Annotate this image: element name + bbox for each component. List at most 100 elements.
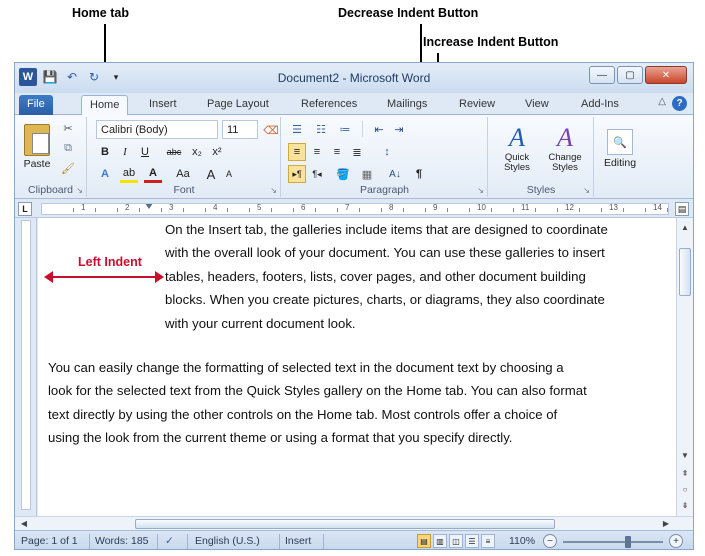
help-icon[interactable]: ? [672,96,687,111]
strikethrough-button[interactable]: abc [162,143,186,161]
tab-insert[interactable]: Insert [141,95,185,115]
indented-paragraph[interactable]: On the Insert tab, the galleries include… [165,218,678,335]
ribbon: Paste ✂ ⧉ 🖌 Clipboard ↘ Calibri (Body) 1… [15,115,693,199]
shrink-font-button[interactable]: A [220,165,238,183]
tab-view[interactable]: View [517,95,557,115]
font-color-icon[interactable]: A [144,165,162,183]
sort-button[interactable]: A↓ [386,165,404,183]
draft-icon[interactable]: ≡ [481,534,495,548]
horizontal-scrollbar[interactable]: ◀ ▶ [15,516,693,530]
vertical-scroll-thumb[interactable] [679,248,691,296]
horizontal-ruler[interactable]: 1 2 3 4 5 6 7 8 9 10 11 12 13 14 [41,203,669,215]
change-case-button[interactable]: Aa [172,165,194,183]
borders-icon[interactable]: ▦ [358,165,376,183]
scroll-left-icon[interactable]: ◀ [17,517,31,530]
tab-page-layout[interactable]: Page Layout [199,95,277,115]
status-bar: Page: 1 of 1 Words: 185 ✓ English (U.S.)… [15,530,693,549]
scroll-right-icon[interactable]: ▶ [659,517,673,530]
tab-home[interactable]: Home [81,95,129,115]
text-effects-icon[interactable]: A [96,165,114,183]
tab-review[interactable]: Review [451,95,503,115]
increase-indent-button[interactable]: ⇥ [390,120,408,138]
proofing-icon[interactable]: ✓ [165,535,174,547]
cut-icon[interactable]: ✂ [59,119,77,137]
language-indicator[interactable]: English (U.S.) [195,535,260,547]
ltr-direction-icon[interactable]: ▸¶ [288,165,306,183]
ruler-tick [95,208,96,212]
change-styles-button[interactable]: A Change Styles [541,119,589,177]
minimize-ribbon-icon[interactable]: △ [658,96,666,111]
font-name-dropdown[interactable]: Calibri (Body) [96,120,218,139]
ruler-number: 14 [653,203,662,212]
zoom-level[interactable]: 110% [509,535,535,547]
minimize-button[interactable]: — [589,66,615,84]
next-page-icon[interactable]: ⇟ [678,498,692,512]
justify-button[interactable]: ≣ [348,143,366,161]
horizontal-scroll-thumb[interactable] [135,519,555,529]
word-count[interactable]: Words: 185 [95,535,149,547]
paragraph-dialog-launcher[interactable]: ↘ [477,186,484,195]
font-dialog-launcher[interactable]: ↘ [270,186,277,195]
paste-button[interactable]: Paste [19,119,55,175]
rtl-direction-icon[interactable]: ¶◂ [308,165,326,183]
maximize-button[interactable]: ▢ [617,66,643,84]
clear-formatting-icon[interactable]: ⌫ [262,121,280,139]
ruler-tick [205,208,206,212]
grow-font-button[interactable]: A [202,165,220,183]
tab-add-ins[interactable]: Add-Ins [573,95,627,115]
paragraph-group-label: Paragraph [359,184,410,196]
decrease-indent-button[interactable]: ⇤ [370,120,388,138]
close-button[interactable]: ✕ [645,66,687,84]
highlight-icon[interactable]: ab [120,165,138,183]
page-count[interactable]: Page: 1 of 1 [21,535,78,547]
quick-styles-button[interactable]: A Quick Styles [493,119,541,177]
font-size-dropdown[interactable]: 11 [222,120,258,139]
styles-dialog-launcher[interactable]: ↘ [583,186,590,195]
vertical-scrollbar[interactable]: ▲ ▼ ⇞ ○ ⇟ [676,218,693,516]
italic-button[interactable]: I [116,143,134,161]
show-hide-button[interactable]: ¶ [410,165,428,183]
shading-icon[interactable]: 🪣 [334,165,352,183]
print-layout-icon[interactable]: ▤ [417,534,431,548]
numbering-icon[interactable]: ☷ [312,120,330,138]
web-layout-icon[interactable]: ◫ [449,534,463,548]
bold-button[interactable]: B [96,143,114,161]
zoom-slider-track[interactable] [563,541,663,543]
decrease-indent-annotation: Decrease Indent Button [338,6,479,20]
subscript-button[interactable]: x₂ [188,143,206,161]
ruler-number: 5 [257,203,262,212]
zoom-slider-thumb[interactable] [625,536,631,548]
ruler-number: 3 [169,203,174,212]
multilevel-list-icon[interactable]: ≔ [336,120,354,138]
editing-button[interactable]: 🔍 Editing [601,123,639,175]
scroll-down-icon[interactable]: ▼ [678,448,692,462]
zoom-in-icon[interactable]: + [669,534,683,548]
full-screen-reading-icon[interactable]: ▥ [433,534,447,548]
insert-mode-indicator[interactable]: Insert [285,535,311,547]
align-right-button[interactable]: ≡ [328,143,346,161]
tab-references[interactable]: References [293,95,365,115]
copy-icon[interactable]: ⧉ [59,139,77,157]
clipboard-dialog-launcher[interactable]: ↘ [76,186,83,195]
ruler-tick [227,208,228,212]
tab-mailings[interactable]: Mailings [379,95,435,115]
tab-selector[interactable]: L [18,202,32,216]
tab-file[interactable]: File [19,95,53,115]
superscript-button[interactable]: x² [208,143,226,161]
line-spacing-icon[interactable]: ↕ [378,143,396,161]
ruler-number: 6 [301,203,306,212]
zoom-out-icon[interactable]: − [543,534,557,548]
document-page[interactable]: Left Indent On the Insert tab, the galle… [38,218,678,516]
view-ruler-toggle-icon[interactable]: ▤ [675,202,689,216]
underline-button[interactable]: U [136,143,154,161]
select-browse-object-icon[interactable]: ○ [678,482,692,496]
left-indent-marker[interactable] [145,204,153,209]
align-center-button[interactable]: ≡ [308,143,326,161]
bullets-icon[interactable]: ☰ [288,120,306,138]
scroll-up-icon[interactable]: ▲ [678,220,692,234]
outline-icon[interactable]: ☰ [465,534,479,548]
format-painter-icon[interactable]: 🖌 [59,159,77,177]
body-paragraph[interactable]: You can easily change the formatting of … [48,356,673,450]
previous-page-icon[interactable]: ⇞ [678,466,692,480]
align-left-button[interactable]: ≡ [288,143,306,161]
